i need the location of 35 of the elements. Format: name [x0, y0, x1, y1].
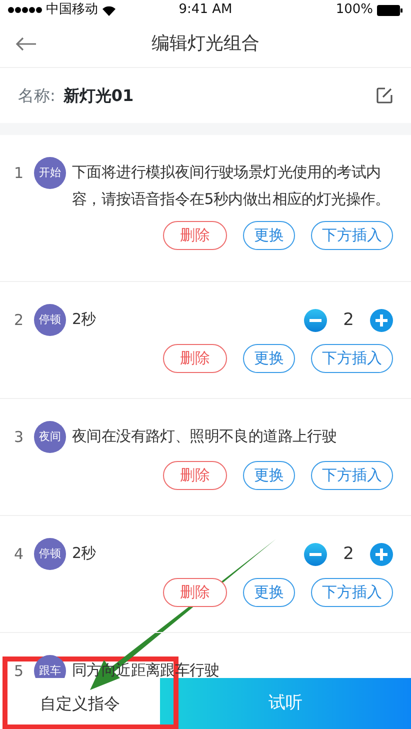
- step-badge: 停顿: [34, 538, 66, 570]
- delete-button[interactable]: 删除: [163, 221, 227, 250]
- step-number: 5: [14, 661, 25, 678]
- step-text: 下面将进行模拟夜间行驶场景灯光使用的考试内容，请按语音指令在5秒内做出相应的灯光操作。: [72, 162, 391, 210]
- step-badge: 跟车: [34, 655, 66, 678]
- step-badge: 开始: [34, 157, 66, 189]
- action-button[interactable]: 更换: [243, 461, 295, 490]
- delete-button[interactable]: 删除: [163, 578, 227, 607]
- action-button[interactable]: 下方插入: [311, 344, 393, 373]
- action-button[interactable]: 更换: [243, 221, 295, 250]
- listen-button[interactable]: 试听: [160, 678, 411, 729]
- carrier-name: 中国移动: [46, 1, 98, 20]
- step-badge: 夜间: [34, 421, 66, 453]
- step-number: 4: [14, 544, 25, 565]
- step-number: 3: [14, 427, 25, 448]
- step-number: 2: [14, 310, 25, 331]
- page-title: 编辑灯光组合: [152, 32, 260, 56]
- step-number: 1: [14, 163, 25, 184]
- delete-button[interactable]: 删除: [163, 344, 227, 373]
- step-text: 2秒: [72, 543, 97, 564]
- step-badge: 停顿: [34, 304, 66, 336]
- name-label: 名称:: [18, 84, 56, 106]
- status-time: 9:41 AM: [178, 1, 234, 20]
- action-button[interactable]: 下方插入: [311, 578, 393, 607]
- step-text: 夜间在没有路灯、照明不良的道路上行驶: [72, 426, 338, 447]
- action-button[interactable]: 下方插入: [311, 461, 393, 490]
- action-button[interactable]: 下方插入: [311, 221, 393, 250]
- stepper-value: 2: [343, 543, 354, 566]
- battery-percent: 100%: [336, 1, 373, 20]
- action-button[interactable]: 更换: [243, 578, 295, 607]
- step-text: 2秒: [72, 309, 97, 330]
- action-button[interactable]: 更换: [243, 344, 295, 373]
- name-value: 新灯光01: [63, 84, 135, 106]
- stepper-value: 2: [343, 309, 354, 332]
- delete-button[interactable]: 删除: [163, 461, 227, 490]
